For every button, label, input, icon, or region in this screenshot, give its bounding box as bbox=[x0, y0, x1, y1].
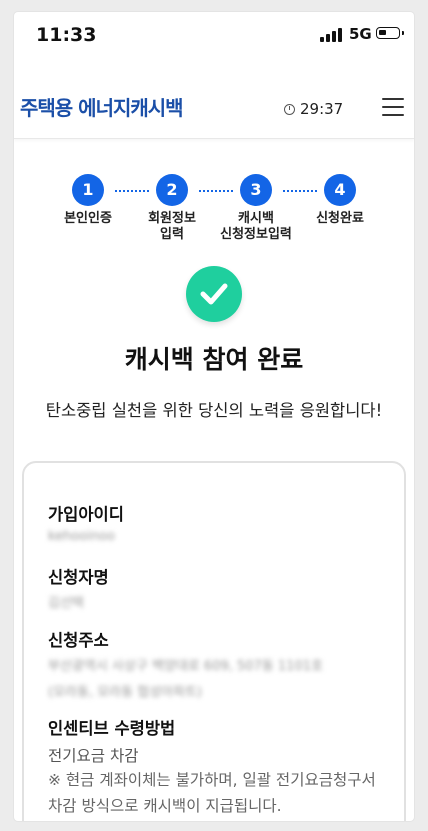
step-indicator: 1 본인인증 2 회원정보 입력 3 캐시백 신청정보입력 4 신청완료 bbox=[14, 174, 414, 264]
step-number: 2 bbox=[156, 174, 188, 206]
step-connector bbox=[115, 190, 149, 192]
battery-icon bbox=[376, 27, 404, 39]
step-number: 4 bbox=[324, 174, 356, 206]
network-type: 5G bbox=[349, 25, 372, 43]
method-value: 전기요금 차감 bbox=[48, 747, 139, 765]
name-label: 신청자명 bbox=[48, 568, 109, 587]
address-line-1: 부산광역시 사상구 백양대로 609, 507동 1101호 bbox=[48, 659, 323, 674]
clock-icon bbox=[284, 104, 295, 115]
signal-icon bbox=[320, 28, 344, 42]
address-line-2: (모라동, 모라동 협성아파트) bbox=[48, 685, 203, 700]
status-time: 11:33 bbox=[36, 24, 97, 46]
id-value: kehooinoo bbox=[48, 529, 115, 544]
status-bar: 11:33 5G bbox=[14, 12, 414, 56]
address-label: 신청주소 bbox=[48, 631, 109, 650]
method-note: ※ 현금 계좌이체는 불가하며, 일괄 전기요금청구서 차감 방식으로 캐시백이… bbox=[48, 771, 376, 815]
checkmark-icon bbox=[200, 283, 228, 305]
name-value: 김선택 bbox=[48, 596, 84, 611]
completion-subtitle: 탄소중립 실천을 위한 당신의 노력을 응원합니다! bbox=[45, 401, 383, 420]
session-timer: 29:37 bbox=[284, 100, 343, 118]
session-timer-value: 29:37 bbox=[300, 100, 344, 118]
step-4: 4 신청완료 bbox=[290, 174, 390, 227]
header: 주택용 에너지캐시백 29:37 bbox=[14, 78, 414, 139]
success-check-icon bbox=[186, 266, 242, 322]
app-logo[interactable]: 주택용 에너지캐시백 bbox=[20, 92, 184, 121]
completion-title: 캐시백 참여 완료 bbox=[124, 345, 304, 374]
application-summary-card: 가입아이디 kehooinoo 신청자명 김선택 신청주소 부산광역시 사상구 … bbox=[22, 461, 406, 821]
id-label: 가입아이디 bbox=[48, 505, 124, 524]
method-label: 인센티브 수령방법 bbox=[48, 719, 176, 738]
step-label: 신청완료 bbox=[316, 211, 364, 226]
step-connector bbox=[283, 190, 317, 192]
step-number: 1 bbox=[72, 174, 104, 206]
phone-screen: 11:33 5G 주택용 에너지캐시백 29:37 1 본인인증 2 회원정보 … bbox=[14, 12, 414, 821]
step-number: 3 bbox=[240, 174, 272, 206]
hamburger-menu-icon[interactable] bbox=[382, 98, 404, 116]
step-connector bbox=[199, 190, 233, 192]
